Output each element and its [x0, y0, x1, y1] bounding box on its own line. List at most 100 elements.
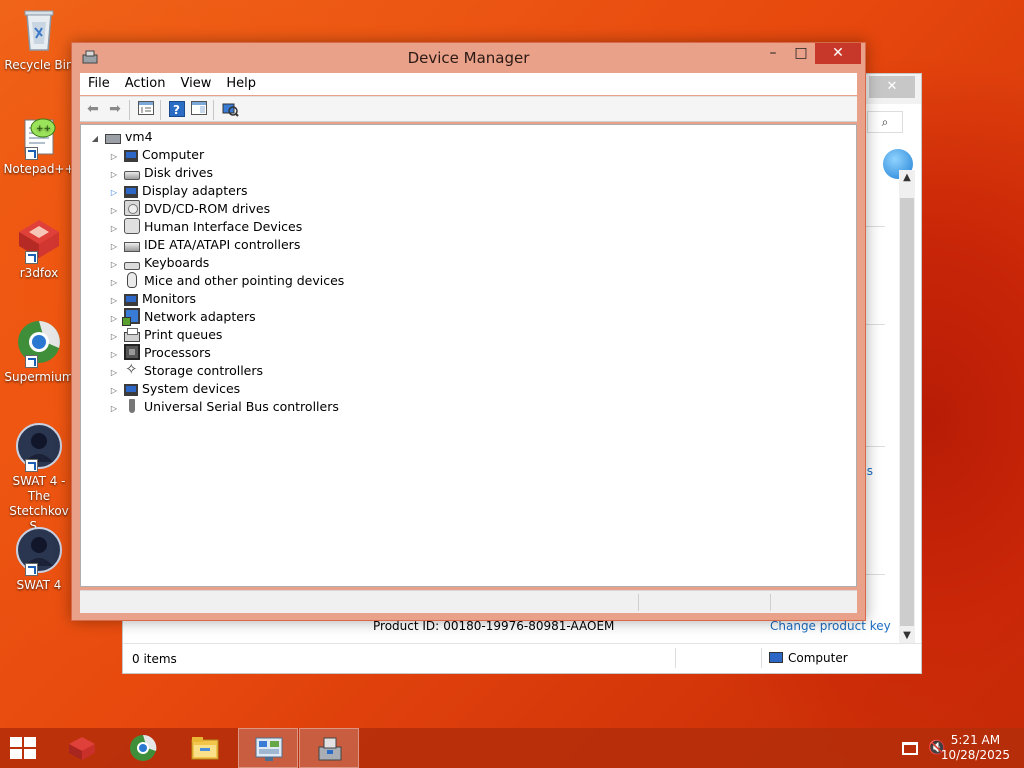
tree-item-label: Display adapters	[142, 183, 248, 198]
tree-item-ide-ata-atapi-controllers[interactable]: ▷ IDE ATA/ATAPI controllers	[108, 236, 300, 254]
device-manager-titlebar[interactable]: Device Manager – □ ✕	[72, 43, 865, 73]
supermium-icon	[15, 318, 63, 368]
desktop-icon-notepad-plus-plus[interactable]: ++ Notepad++	[2, 104, 76, 200]
forward-icon[interactable]: ➡	[106, 101, 124, 119]
status-divider	[770, 594, 771, 611]
tree-item-label: Network adapters	[144, 309, 256, 324]
system-window-scrollbar[interactable]: ▲ ▼	[899, 170, 915, 644]
start-icon[interactable]	[8, 737, 38, 761]
usb-icon	[124, 398, 140, 414]
tree-item-dvd-cdrom-drives[interactable]: ▷ DVD/CD-ROM drives	[108, 200, 270, 218]
scan-hardware-icon[interactable]	[221, 101, 239, 119]
desktop-icon-label: Notepad++	[3, 162, 75, 176]
windows-logo-pane	[24, 749, 36, 759]
taskbar-item-control-panel[interactable]	[238, 728, 298, 768]
monitor-icon	[124, 294, 138, 306]
tree-item-label: DVD/CD-ROM drives	[144, 201, 271, 216]
desktop-icon-label: SWAT 4	[16, 578, 62, 592]
scroll-up-icon[interactable]: ▲	[899, 170, 915, 186]
maximize-button[interactable]: □	[787, 43, 815, 64]
tree-item-mice[interactable]: ▷ Mice and other pointing devices	[108, 272, 344, 290]
menu-bar: File Action View Help	[80, 73, 857, 95]
tree-item-keyboards[interactable]: ▷ Keyboards	[108, 254, 209, 272]
tree-item-display-adapters[interactable]: ▷ Display adapters	[108, 182, 247, 200]
toolbar-separator	[160, 100, 161, 120]
tree-item-label: Mice and other pointing devices	[144, 273, 345, 288]
scroll-down-icon[interactable]: ▼	[899, 628, 915, 644]
toolbar: ⬅ ➡ ?	[80, 96, 857, 122]
system-tray: 🔇 5:21 AM 10/28/2025	[884, 728, 1024, 768]
device-manager-window[interactable]: Device Manager – □ ✕ File Action View Help …	[71, 42, 866, 621]
desktop-icon-r3dfox[interactable]: r3dfox	[2, 208, 76, 304]
change-product-key-link[interactable]: Change product key	[770, 619, 891, 633]
status-items-count: 0 items	[132, 652, 177, 666]
tree-item-system-devices[interactable]: ▷ System devices	[108, 380, 240, 398]
tree-item-network-adapters[interactable]: ▷ Network adapters	[108, 308, 256, 326]
tree-item-label: Processors	[144, 345, 211, 360]
processor-icon	[124, 344, 140, 360]
tree-item-label: Keyboards	[144, 255, 210, 270]
scrollbar-thumb[interactable]	[900, 198, 914, 626]
tree-item-monitors[interactable]: ▷ Monitors	[108, 290, 196, 308]
divider	[675, 648, 676, 668]
back-icon[interactable]: ⬅	[84, 101, 102, 119]
desktop-icon-swat4[interactable]: SWAT 4	[2, 520, 76, 616]
collapse-arrow-icon[interactable]: ◢	[89, 130, 101, 148]
menu-help[interactable]: Help	[218, 73, 263, 91]
menu-action[interactable]: Action	[117, 73, 173, 91]
control-panel-icon	[255, 737, 283, 761]
hid-icon	[124, 218, 140, 234]
desktop-icon-swat4-stetchkov[interactable]: SWAT 4 - The Stetchkov S...	[2, 416, 76, 533]
taskbar-item-device-manager[interactable]	[299, 728, 359, 768]
status-computer: Computer	[769, 651, 848, 665]
desktop-icon-supermium[interactable]: Supermium	[2, 312, 76, 408]
tree-item-usb-controllers[interactable]: ▷ Universal Serial Bus controllers	[108, 398, 339, 416]
tree-item-print-queues[interactable]: ▷ Print queues	[108, 326, 222, 344]
tree-item-label: Universal Serial Bus controllers	[144, 399, 339, 414]
system-window-close-button[interactable]: ✕	[869, 76, 915, 98]
taskbar-item-r3dfox[interactable]	[52, 728, 112, 768]
tree-item-label: IDE ATA/ATAPI controllers	[144, 237, 301, 252]
close-button[interactable]: ✕	[815, 43, 861, 64]
file-explorer-icon	[191, 737, 219, 760]
swat4-icon	[15, 526, 63, 576]
tree-item-storage-controllers[interactable]: ▷Storage controllers	[108, 360, 263, 380]
toolbar-separator	[213, 100, 214, 120]
tree-item-processors[interactable]: ▷ Processors	[108, 344, 211, 362]
desktop-icon-label: Recycle Bin	[4, 58, 74, 72]
tree-item-label: Computer	[142, 147, 205, 162]
clock-time: 5:21 AM	[950, 733, 1001, 747]
menu-file[interactable]: File	[80, 73, 117, 91]
windows-logo-pane	[10, 749, 22, 759]
taskbar-item-file-explorer[interactable]	[175, 728, 235, 768]
system-window-statusbar: 0 items Computer	[123, 643, 921, 673]
swat4-icon	[15, 422, 63, 472]
shortcut-arrow-icon	[25, 355, 38, 368]
dvd-drive-icon	[124, 200, 140, 216]
disk-drive-icon	[124, 171, 140, 180]
help-icon[interactable]: ?	[168, 101, 186, 119]
device-tree[interactable]: ◢ vm4 ▷ Computer ▷ Disk drives ▷ Display ada…	[80, 124, 857, 587]
properties-pane-icon[interactable]	[137, 101, 155, 119]
tree-item-disk-drives[interactable]: ▷ Disk drives	[108, 164, 213, 182]
partial-link[interactable]: s	[867, 464, 873, 478]
menu-view[interactable]: View	[172, 73, 218, 91]
network-icon[interactable]	[902, 742, 918, 755]
tree-item-human-interface-devices[interactable]: ▷ Human Interface Devices	[108, 218, 302, 236]
search-icon[interactable]: ⌕	[867, 111, 903, 133]
expand-arrow-icon[interactable]: ▷	[108, 400, 120, 418]
tree-item-computer[interactable]: ▷ Computer	[108, 146, 204, 164]
taskbar-item-supermium[interactable]	[113, 728, 173, 768]
status-bar	[80, 590, 857, 613]
windows-logo-pane	[24, 737, 36, 747]
clock[interactable]: 5:21 AM 10/28/2025	[941, 733, 1010, 763]
computer-icon	[124, 150, 138, 162]
tree-root-node[interactable]: ◢ vm4	[89, 128, 153, 146]
svg-text:?: ?	[173, 103, 180, 117]
keyboard-icon	[124, 262, 140, 270]
show-hide-icon[interactable]	[190, 101, 208, 119]
status-divider	[638, 594, 639, 611]
desktop-icon-label: r3dfox	[19, 266, 59, 280]
minimize-button[interactable]: –	[759, 43, 787, 64]
desktop-icon-recycle-bin[interactable]: Recycle Bin	[2, 0, 76, 96]
